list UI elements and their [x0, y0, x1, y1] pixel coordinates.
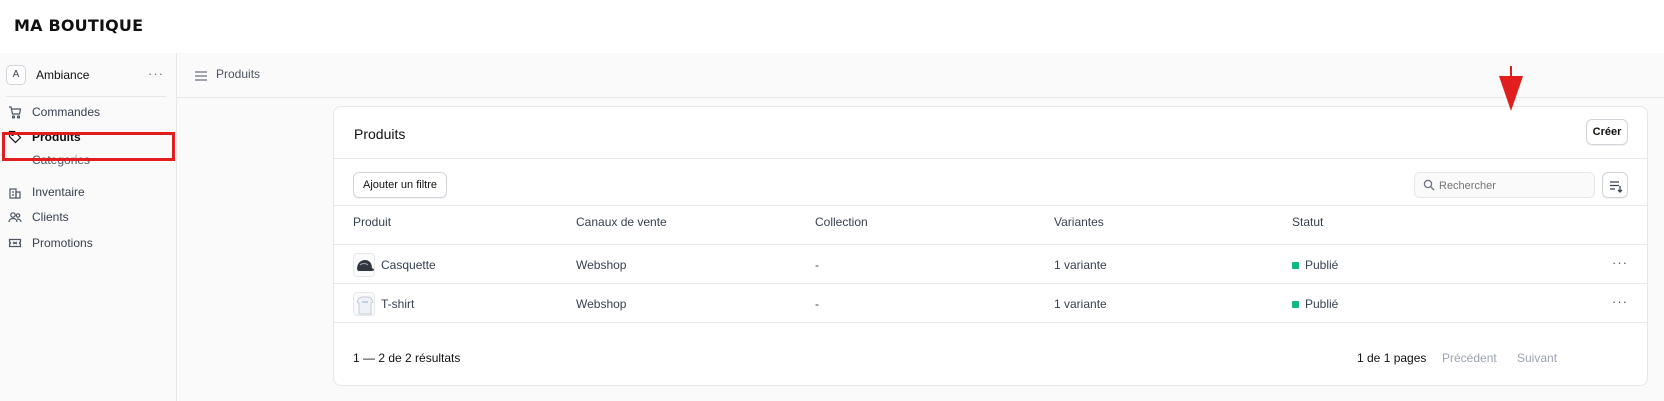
next-button[interactable]: Suivant	[1517, 351, 1557, 365]
sidebar-item-label: Clients	[32, 210, 69, 224]
sidebar-item-label: Inventaire	[32, 185, 85, 199]
menu-icon[interactable]	[194, 70, 208, 82]
building-icon	[9, 188, 21, 199]
products-card: Produits Créer Ajouter un filtre Produit…	[333, 106, 1648, 386]
search-box[interactable]	[1414, 172, 1595, 198]
search-icon	[1423, 179, 1435, 191]
product-name[interactable]: Casquette	[381, 258, 436, 272]
users-icon	[8, 212, 22, 223]
sidebar-item-produits[interactable]: Produits	[8, 127, 168, 147]
table-row[interactable]: Casquette Webshop - 1 variante Publié ··…	[334, 245, 1647, 285]
column-header-variantes[interactable]: Variantes	[1054, 215, 1104, 229]
store-switcher[interactable]: A Ambiance ···	[6, 63, 166, 89]
store-avatar: A	[6, 65, 26, 85]
variants: 1 variante	[1054, 297, 1107, 311]
column-header-produit[interactable]: Produit	[353, 215, 391, 229]
store-name: Ambiance	[36, 68, 90, 82]
card-divider	[334, 205, 1647, 206]
table-row[interactable]: T-shirt Webshop - 1 variante Publié ···	[334, 284, 1647, 324]
sales-channel: Webshop	[576, 297, 627, 311]
sidebar-item-inventaire[interactable]: Inventaire	[8, 182, 168, 202]
cap-image-icon	[357, 260, 374, 271]
product-thumbnail	[353, 292, 375, 316]
sidebar: A Ambiance ··· Commandes Produits Catego…	[0, 53, 177, 401]
status-badge: Publié	[1305, 297, 1339, 311]
store-more-icon[interactable]: ···	[148, 66, 164, 81]
page-title: Produits	[354, 126, 406, 142]
sidebar-item-label: Promotions	[32, 236, 93, 250]
sort-button[interactable]	[1602, 172, 1628, 198]
page-indicator: 1 de 1 pages	[1357, 351, 1427, 365]
top-bar: MA BOUTIQUE	[0, 0, 1664, 53]
collection: -	[815, 258, 819, 272]
previous-button[interactable]: Précédent	[1442, 351, 1497, 365]
product-thumbnail	[353, 253, 375, 277]
collection: -	[815, 297, 819, 311]
page-header: Produits	[177, 53, 1664, 98]
variants: 1 variante	[1054, 258, 1107, 272]
cart-icon	[9, 106, 22, 119]
tshirt-image-icon	[356, 296, 374, 315]
create-button[interactable]: Créer	[1586, 119, 1628, 145]
status-badge: Publié	[1305, 258, 1339, 272]
row-more-icon[interactable]: ···	[1612, 255, 1628, 270]
breadcrumb: Produits	[216, 67, 261, 81]
add-filter-button[interactable]: Ajouter un filtre	[353, 172, 447, 198]
sidebar-item-label: Commandes	[32, 105, 101, 119]
sidebar-item-clients[interactable]: Clients	[8, 207, 168, 227]
sidebar-item-label: Produits	[32, 130, 81, 144]
product-name[interactable]: T-shirt	[381, 297, 414, 311]
sidebar-item-categories[interactable]: Categories	[32, 153, 90, 167]
results-count: 1 — 2 de 2 résultats	[353, 351, 461, 365]
sidebar-item-commandes[interactable]: Commandes	[8, 102, 168, 122]
brand-logo: MA BOUTIQUE	[14, 16, 144, 35]
column-header-canaux[interactable]: Canaux de vente	[576, 215, 667, 229]
search-input[interactable]	[1439, 177, 1589, 195]
row-more-icon[interactable]: ···	[1612, 294, 1628, 309]
tag-icon	[8, 130, 22, 144]
status-dot-icon	[1292, 301, 1299, 308]
column-header-collection[interactable]: Collection	[815, 215, 868, 229]
sidebar-item-promotions[interactable]: Promotions	[8, 233, 168, 253]
sales-channel: Webshop	[576, 258, 627, 272]
card-divider	[334, 322, 1647, 323]
card-divider	[334, 158, 1647, 159]
sidebar-divider	[6, 96, 166, 97]
status-dot-icon	[1292, 262, 1299, 269]
sort-icon	[1610, 181, 1623, 193]
ticket-icon	[8, 238, 22, 248]
column-header-statut[interactable]: Statut	[1292, 215, 1323, 229]
